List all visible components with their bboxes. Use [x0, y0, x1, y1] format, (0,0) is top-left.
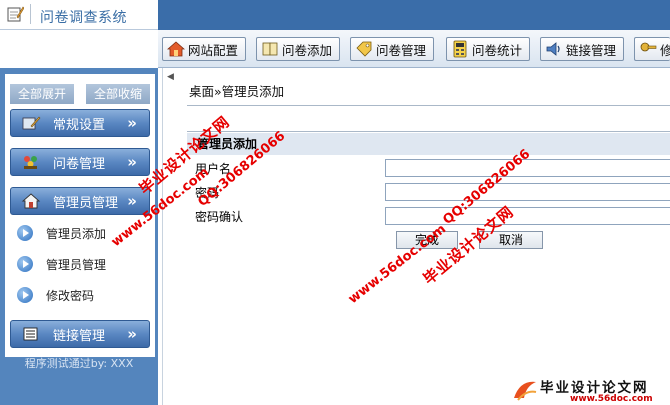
divider	[187, 105, 670, 106]
notepad-pencil-icon	[7, 6, 24, 22]
toolbar-label: 问卷添加	[282, 42, 333, 58]
calculator-icon	[453, 40, 467, 58]
book-icon	[262, 42, 278, 56]
brand-url: www.56doc.com	[570, 394, 653, 404]
sidebar-item-label: 修改密码	[46, 288, 95, 303]
settings-pencil-icon	[22, 116, 41, 130]
form-row-password: 密码	[187, 181, 670, 203]
toolbar-label: 修	[660, 42, 670, 58]
toolbar-label: 问卷管理	[376, 42, 427, 58]
home-icon	[167, 41, 185, 57]
app-window: { "header": { "title": "问卷调查系统", "logo_i…	[0, 0, 670, 405]
toolbar-button-link-manage[interactable]: 链接管理	[540, 37, 624, 61]
collapse-sidebar-icon[interactable]: ◀	[167, 72, 174, 82]
admin-house-icon	[21, 193, 41, 209]
expand-collapse-row: 全部展开 全部收缩	[5, 84, 155, 104]
brand-title: 毕业设计论文网	[540, 380, 649, 396]
main-content: ◀ 桌面»管理员添加 管理员添加 用户名 密码 密码确认 完成 取消	[162, 68, 670, 405]
speaker-icon	[546, 42, 560, 56]
breadcrumb: 桌面»管理员添加	[189, 84, 285, 99]
list-icon	[23, 327, 38, 341]
logo-separator	[30, 4, 31, 24]
sidebar-item-label: 管理员管理	[46, 257, 107, 272]
sidebar-panel: 全部展开 全部收缩 常规设置 » 问卷管理 » 管理员管理 » 管理员添加 管理…	[5, 74, 155, 357]
sidebar-footer: 程序测试通过by: XXX	[24, 357, 134, 370]
sidebar-section-label: 常规设置	[53, 117, 106, 133]
play-bullet-icon	[17, 256, 33, 272]
sidebar-section-admin-manage[interactable]: 管理员管理 »	[10, 187, 150, 215]
key-icon	[640, 42, 657, 52]
brand-swirl-icon	[514, 381, 537, 401]
divider	[187, 131, 670, 132]
field-label: 密码确认	[195, 210, 244, 224]
password-input[interactable]	[385, 183, 670, 201]
toolbar-label: 网站配置	[188, 42, 239, 58]
app-title: 问卷调查系统	[40, 10, 127, 26]
toolbar-button-change-password[interactable]: 修	[634, 37, 670, 61]
toolbar-button-survey-manage[interactable]: 问卷管理	[350, 37, 434, 61]
toolbar-button-survey-stats[interactable]: 问卷统计	[446, 37, 530, 61]
people-icon	[24, 156, 37, 169]
toolbar-button-survey-add[interactable]: 问卷添加	[256, 37, 340, 61]
toolbar-label: 问卷统计	[472, 42, 523, 58]
toolbar: 网站配置 问卷添加 问卷管理 问卷统计 链接管理 修	[158, 30, 670, 68]
double-chevron-icon: »	[127, 192, 137, 210]
double-chevron-icon: »	[127, 114, 137, 132]
logo-area: 问卷调查系统	[0, 0, 158, 30]
collapse-all-button[interactable]: 全部收缩	[86, 84, 150, 104]
toolbar-label: 链接管理	[566, 42, 617, 58]
double-chevron-icon: »	[127, 153, 137, 171]
toolbar-button-site-config[interactable]: 网站配置	[162, 37, 246, 61]
sidebar-item-change-password[interactable]: 修改密码	[17, 286, 152, 304]
sidebar-section-label: 问卷管理	[53, 156, 106, 172]
sidebar-item-label: 管理员添加	[46, 226, 107, 241]
sidebar-section-label: 链接管理	[53, 328, 106, 344]
form-row-password-confirm: 密码确认	[187, 205, 670, 227]
play-bullet-icon	[17, 225, 33, 241]
sidebar-section-label: 管理员管理	[53, 195, 119, 211]
tag-icon	[356, 41, 372, 57]
brand-logo: 毕业设计论文网 www.56doc.com	[510, 372, 670, 405]
double-chevron-icon: »	[127, 325, 137, 343]
expand-all-button[interactable]: 全部展开	[10, 84, 74, 104]
sidebar-item-admin-manage[interactable]: 管理员管理	[17, 255, 152, 273]
sidebar-section-survey-manage[interactable]: 问卷管理 »	[10, 148, 150, 176]
sidebar-section-general-settings[interactable]: 常规设置 »	[10, 109, 150, 137]
password-confirm-input[interactable]	[385, 207, 670, 225]
play-bullet-icon	[17, 287, 33, 303]
sidebar-section-link-manage[interactable]: 链接管理 »	[10, 320, 150, 348]
